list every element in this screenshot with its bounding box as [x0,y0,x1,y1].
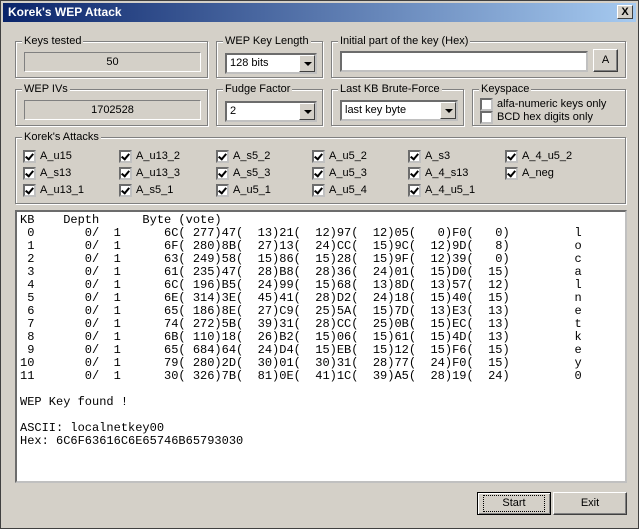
last-kb-group: Last KB Brute-Force last key byte [331,82,464,126]
checkbox-icon[interactable] [312,184,325,197]
checkbox-icon[interactable] [312,167,325,180]
fudge-factor-group: Fudge Factor 2 [216,82,323,126]
output-hex: Hex: 6C6F63616C6E65746B65793030 [20,434,244,448]
keyspace-bcd-label: BCD hex digits only [497,111,593,123]
start-button[interactable]: Start [477,492,551,515]
wep-key-length-group: WEP Key Length 128 bits [216,34,323,78]
checkbox-icon[interactable] [23,167,36,180]
last-kb-select[interactable]: last key byte [340,100,458,121]
checkbox-icon[interactable] [505,150,518,163]
keys-tested-label: Keys tested [22,34,84,48]
initial-key-a-button[interactable]: A [593,49,618,72]
attack-label: A_u13_2 [136,150,181,162]
attack-label: A_u13_1 [40,184,85,196]
attack-label: A_4_u5_2 [522,150,573,162]
attack-label: A_u5_1 [233,184,271,196]
initial-key-group: Initial part of the key (Hex) A [331,34,626,78]
attack-label: A_s13 [40,167,72,179]
attack-checkbox[interactable]: A_4_u5_1 [408,184,475,197]
keys-tested-value: 50 [24,52,201,72]
checkbox-icon[interactable] [480,111,493,124]
wep-key-length-label: WEP Key Length [223,34,311,48]
attack-label: A_4_s13 [425,167,469,179]
attack-label: A_s5_3 [233,167,271,179]
attack-label: A_u5_4 [329,184,367,196]
initial-key-label: Initial part of the key (Hex) [338,34,471,48]
fudge-factor-label: Fudge Factor [223,82,293,96]
checkbox-icon[interactable] [480,98,493,111]
checkbox-icon[interactable] [23,150,36,163]
last-kb-value: last key byte [345,104,407,116]
fudge-factor-value: 2 [230,105,237,117]
output-console: KB Depth Byte (vote) 0 0/ 1 6C( 277)47( … [15,210,627,483]
checkbox-icon[interactable] [23,184,36,197]
keyspace-group: Keyspace alfa-numeric keys only BCD hex … [472,82,626,126]
start-button-label: Start [483,495,545,512]
wep-ivs-group: WEP IVs 1702528 [15,82,208,126]
chevron-down-icon[interactable] [299,103,315,120]
attack-label: A_u15 [40,150,72,162]
checkbox-icon[interactable] [216,167,229,180]
checkbox-icon[interactable] [119,150,132,163]
exit-button[interactable]: Exit [553,492,627,515]
attack-checkbox[interactable]: A_s13 [23,167,71,180]
checkbox-icon[interactable] [119,167,132,180]
output-row: 11 0/ 1 30( 326)7B( 81)0E( 41)1C( 39)A5(… [20,369,582,383]
checkbox-icon[interactable] [505,167,518,180]
output-rows: 0 0/ 1 6C( 277)47( 13)21( 12)97( 12)05( … [20,227,622,383]
attack-checkbox[interactable]: A_4_s13 [408,167,468,180]
keyspace-label: Keyspace [479,82,532,96]
attack-checkbox[interactable]: A_u5_2 [312,150,367,163]
korek-wep-attack-window: Korek's WEP Attack X Keys tested 50 WEP … [0,0,639,529]
attack-checkbox[interactable]: A_u5_1 [216,184,271,197]
attack-checkbox[interactable]: A_s5_1 [119,184,173,197]
wep-key-length-select[interactable]: 128 bits [225,53,317,74]
wep-ivs-label: WEP IVs [22,82,70,96]
attack-checkbox[interactable]: A_u13_2 [119,150,180,163]
wep-key-length-value: 128 bits [230,57,269,69]
checkbox-icon[interactable] [312,150,325,163]
attack-checkbox[interactable]: A_4_u5_2 [505,150,572,163]
chevron-down-icon[interactable] [299,55,315,72]
attack-label: A_s3 [425,150,451,162]
attack-checkbox[interactable]: A_neg [505,167,554,180]
chevron-down-icon[interactable] [440,102,456,119]
attack-checkbox[interactable]: A_u13_3 [119,167,180,180]
checkbox-icon[interactable] [216,150,229,163]
checkbox-icon[interactable] [119,184,132,197]
checkbox-icon[interactable] [408,150,421,163]
attack-checkbox[interactable]: A_s3 [408,150,450,163]
attack-label: A_neg [522,167,554,179]
attack-label: A_u5_2 [329,150,367,162]
attack-label: A_4_u5_1 [425,184,476,196]
attack-label: A_u5_3 [329,167,367,179]
attack-label: A_u13_3 [136,167,181,179]
attack-checkbox[interactable]: A_u13_1 [23,184,84,197]
wep-ivs-value: 1702528 [24,100,201,120]
window-title: Korek's WEP Attack [8,5,122,19]
attack-checkbox[interactable]: A_u15 [23,150,72,163]
keyspace-alfa-label: alfa-numeric keys only [497,98,607,110]
keyspace-alfa-checkbox[interactable]: alfa-numeric keys only [480,98,606,111]
keys-tested-group: Keys tested 50 [15,34,208,78]
attack-checkbox[interactable]: A_s5_3 [216,167,270,180]
close-button[interactable]: X [617,5,633,19]
initial-key-input[interactable] [340,51,588,72]
attack-label: A_s5_2 [233,150,271,162]
checkbox-icon[interactable] [408,167,421,180]
last-kb-label: Last KB Brute-Force [338,82,442,96]
output-found: WEP Key found ! [20,395,129,409]
attack-label: A_s5_1 [136,184,174,196]
attack-checkbox[interactable]: A_u5_4 [312,184,367,197]
koreks-attacks-group: Korek's Attacks A_u15 A_u13_2 A_s5_2 A_u5_2… [15,130,626,204]
koreks-attacks-label: Korek's Attacks [22,130,101,144]
keyspace-bcd-checkbox[interactable]: BCD hex digits only [480,111,593,124]
fudge-factor-select[interactable]: 2 [225,101,317,122]
attack-checkbox[interactable]: A_u5_3 [312,167,367,180]
attack-checkbox[interactable]: A_s5_2 [216,150,270,163]
title-bar: Korek's WEP Attack X [3,3,636,22]
checkbox-icon[interactable] [408,184,421,197]
checkbox-icon[interactable] [216,184,229,197]
